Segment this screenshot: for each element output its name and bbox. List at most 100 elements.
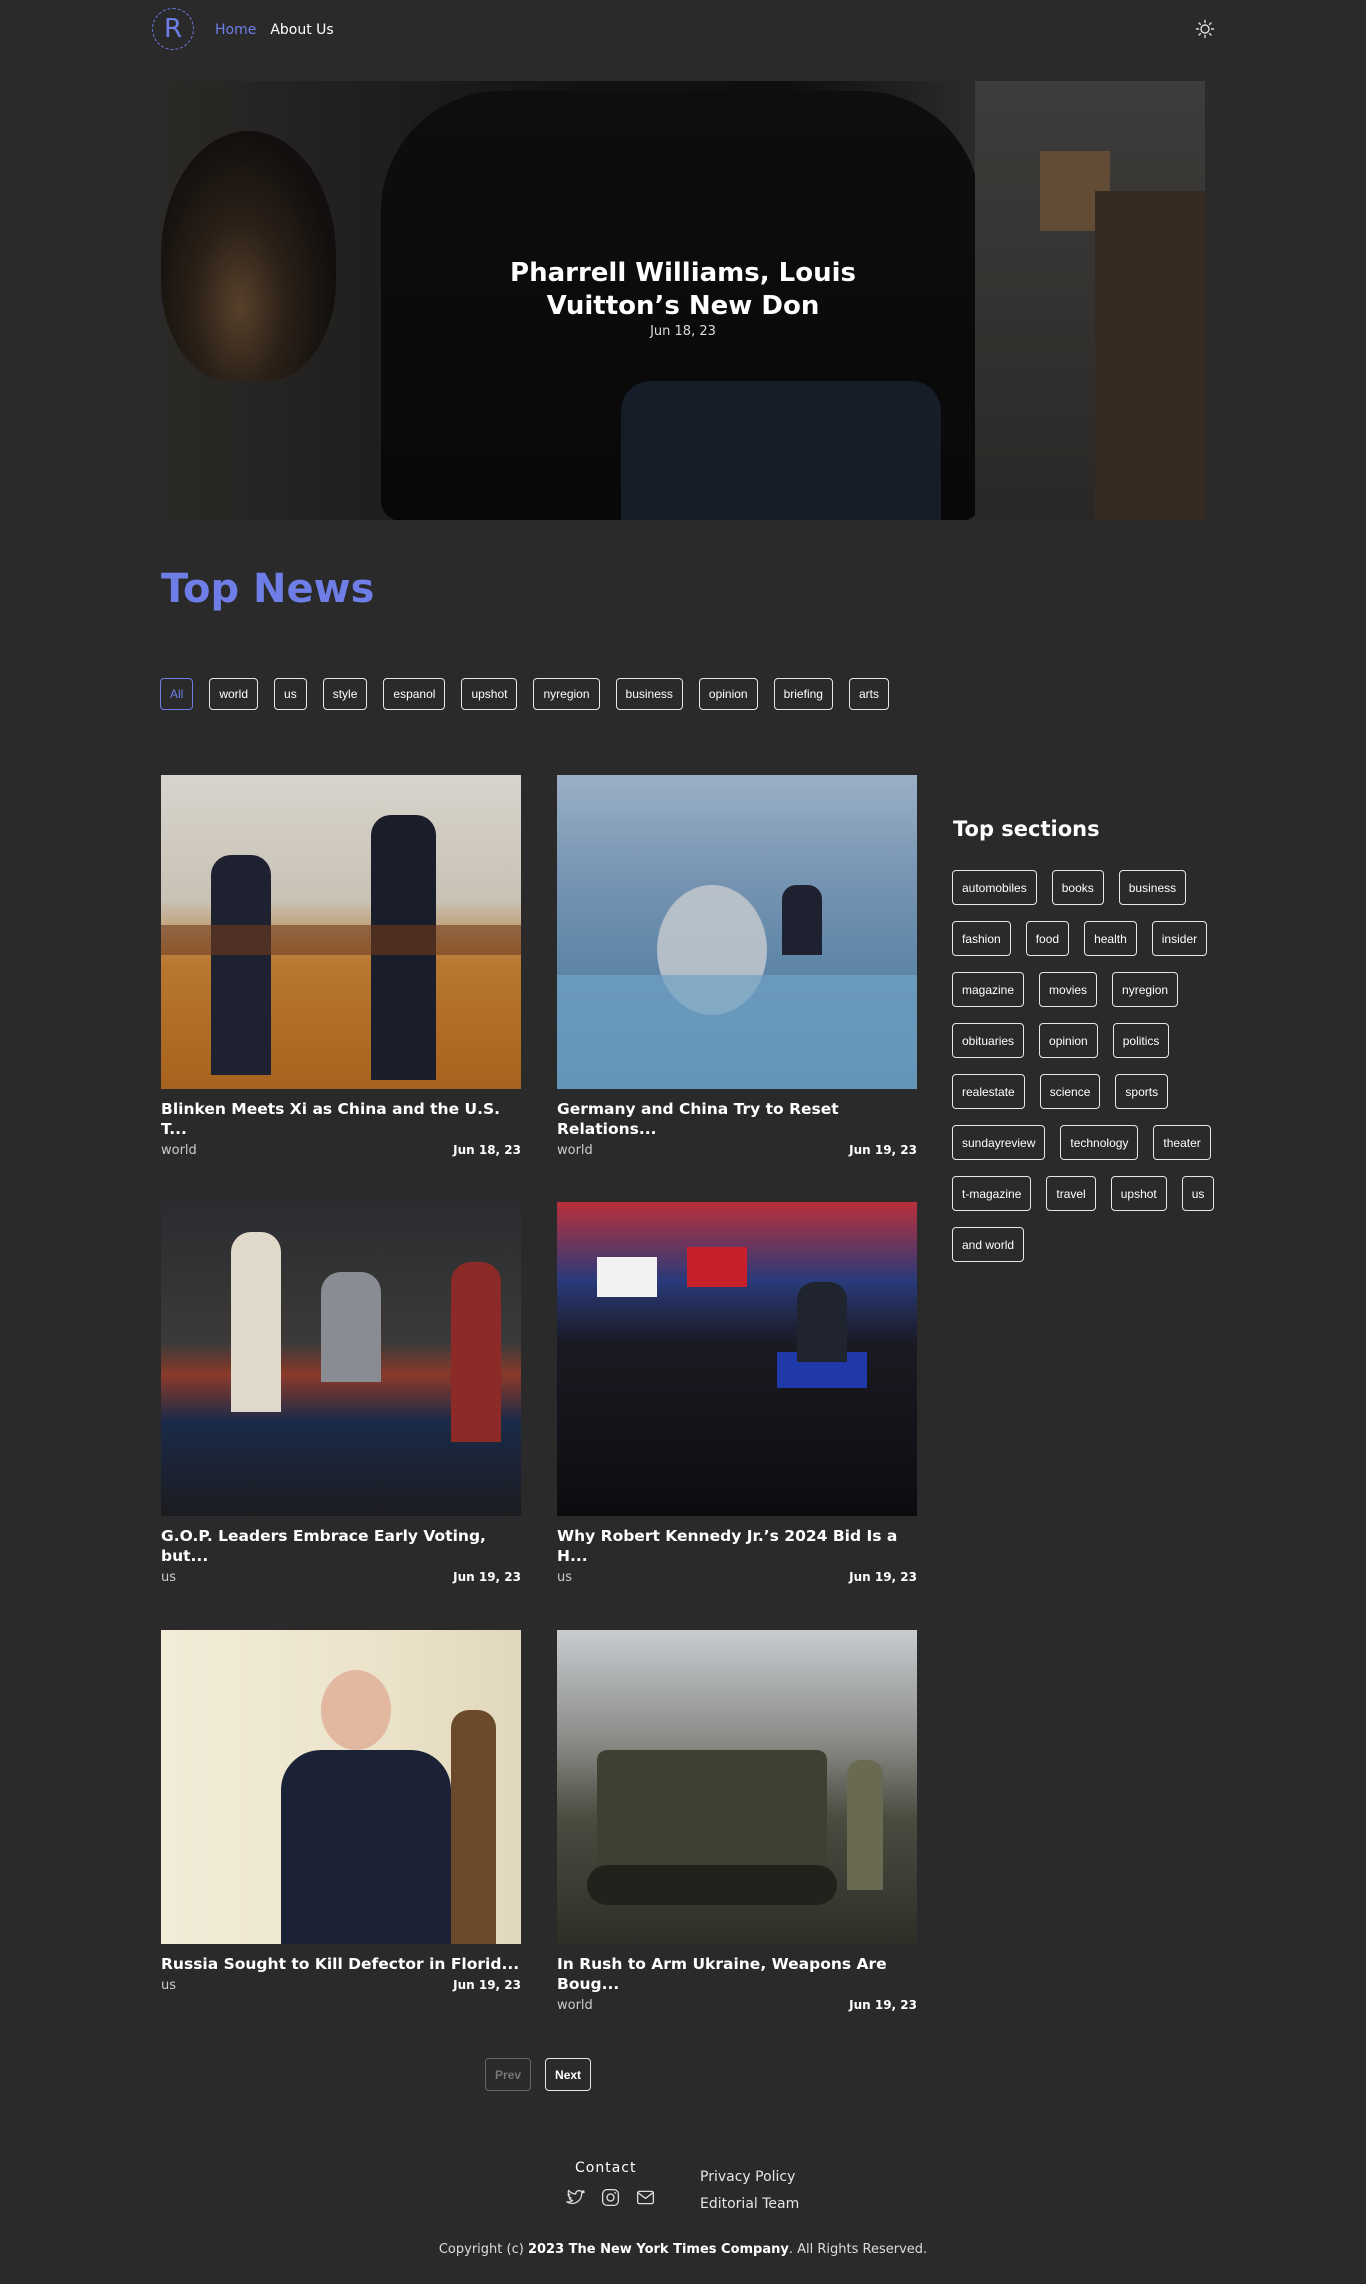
sections-list: automobiles books business fashion food …: [952, 870, 1222, 1262]
article-category: us: [161, 1978, 177, 1993]
filter-chip-nyregion[interactable]: nyregion: [533, 678, 600, 710]
article-card[interactable]: In Rush to Arm Ukraine, Weapons Are Boug…: [557, 1630, 917, 2013]
article-image[interactable]: [557, 1202, 917, 1516]
section-chip-upshot[interactable]: upshot: [1110, 1176, 1167, 1211]
privacy-policy-link[interactable]: Privacy Policy: [700, 2164, 799, 2191]
section-chip-movies[interactable]: movies: [1039, 972, 1098, 1007]
article-meta: world Jun 19, 23: [557, 1143, 917, 1158]
category-filter-bar: All world us style espanol upshot nyregi…: [160, 678, 889, 710]
article-category: us: [161, 1570, 177, 1585]
section-chip-business[interactable]: business: [1118, 870, 1187, 905]
copyright-prefix: Copyright (c): [438, 2242, 524, 2257]
article-image[interactable]: [161, 1202, 521, 1516]
pagination: Prev Next: [485, 2058, 592, 2091]
section-chip-t-magazine[interactable]: t-magazine: [952, 1176, 1032, 1211]
article-date: Jun 19, 23: [849, 1143, 917, 1157]
filter-chip-opinion[interactable]: opinion: [698, 678, 758, 710]
section-chip-opinion[interactable]: opinion: [1039, 1023, 1098, 1058]
section-chip-travel[interactable]: travel: [1046, 1176, 1096, 1211]
section-chip-food[interactable]: food: [1025, 921, 1070, 956]
section-chip-technology[interactable]: technology: [1060, 1125, 1139, 1160]
hero-title-line: Pharrell Williams, Louis: [510, 258, 856, 288]
section-chip-nyregion[interactable]: nyregion: [1112, 972, 1179, 1007]
section-chip-health[interactable]: health: [1084, 921, 1137, 956]
copyright-suffix: . All Rights Reserved.: [788, 2242, 928, 2257]
filter-chip-all[interactable]: All: [160, 678, 194, 710]
article-title[interactable]: In Rush to Arm Ukraine, Weapons Are Boug…: [557, 1954, 917, 1994]
nav-home-link[interactable]: Home: [215, 22, 256, 38]
section-chip-obituaries[interactable]: obituaries: [952, 1023, 1025, 1058]
nav-about-link[interactable]: About Us: [270, 22, 333, 38]
article-card[interactable]: G.O.P. Leaders Embrace Early Voting, but…: [161, 1202, 521, 1585]
twitter-icon[interactable]: [565, 2187, 586, 2208]
next-page-button[interactable]: Next: [545, 2058, 592, 2091]
hero-date: Jun 18, 23: [650, 324, 716, 339]
article-meta: us Jun 19, 23: [161, 1570, 521, 1585]
filter-chip-world[interactable]: world: [209, 678, 259, 710]
section-chip-theater[interactable]: theater: [1153, 1125, 1211, 1160]
article-card[interactable]: Why Robert Kennedy Jr.’s 2024 Bid Is a H…: [557, 1202, 917, 1585]
site-logo[interactable]: R: [152, 8, 194, 50]
article-card[interactable]: Russia Sought to Kill Defector in Florid…: [161, 1630, 521, 1993]
article-category: world: [557, 1998, 593, 2013]
section-chip-politics[interactable]: politics: [1112, 1023, 1170, 1058]
page-title: Top News: [161, 566, 375, 612]
article-title[interactable]: Germany and China Try to Reset Relations…: [557, 1099, 917, 1139]
article-category: us: [557, 1570, 573, 1585]
section-chip-insider[interactable]: insider: [1151, 921, 1208, 956]
section-chip-sports[interactable]: sports: [1115, 1074, 1169, 1109]
mail-icon[interactable]: [635, 2187, 656, 2208]
article-card[interactable]: Germany and China Try to Reset Relations…: [557, 775, 917, 1158]
social-links: [565, 2187, 656, 2208]
main-nav: Home About Us: [215, 22, 334, 38]
section-chip-science[interactable]: science: [1039, 1074, 1101, 1109]
article-meta: world Jun 19, 23: [557, 1998, 917, 2013]
filter-chip-briefing[interactable]: briefing: [773, 678, 833, 710]
section-chip-sundayreview[interactable]: sundayreview: [952, 1125, 1046, 1160]
instagram-icon[interactable]: [600, 2187, 621, 2208]
article-meta: us Jun 19, 23: [557, 1570, 917, 1585]
article-category: world: [557, 1143, 593, 1158]
footer-links: Privacy Policy Editorial Team: [700, 2164, 799, 2218]
article-title[interactable]: Blinken Meets Xi as China and the U.S. T…: [161, 1099, 521, 1139]
section-chip-magazine[interactable]: magazine: [952, 972, 1025, 1007]
section-chip-us[interactable]: us: [1181, 1176, 1215, 1211]
editorial-team-link[interactable]: Editorial Team: [700, 2191, 799, 2218]
article-image[interactable]: [557, 775, 917, 1089]
logo-letter: R: [163, 14, 183, 44]
filter-chip-style[interactable]: style: [322, 678, 368, 710]
article-meta: world Jun 18, 23: [161, 1143, 521, 1158]
article-meta: us Jun 19, 23: [161, 1978, 521, 1993]
contact-heading: Contact: [575, 2160, 637, 2176]
hero-banner[interactable]: Pharrell Williams, Louis Vuitton’s New D…: [161, 81, 1205, 520]
prev-page-button[interactable]: Prev: [485, 2058, 532, 2091]
article-image[interactable]: [557, 1630, 917, 1944]
article-date: Jun 19, 23: [849, 1998, 917, 2012]
filter-chip-espanol[interactable]: espanol: [383, 678, 446, 710]
article-date: Jun 19, 23: [849, 1570, 917, 1584]
copyright-text: Copyright (c) 2023 The New York Times Co…: [0, 2242, 1366, 2257]
sidebar-title: Top sections: [953, 817, 1100, 841]
hero-title-line: Vuitton’s New Don: [546, 291, 820, 321]
article-date: Jun 18, 23: [453, 1143, 521, 1157]
filter-chip-upshot[interactable]: upshot: [461, 678, 518, 710]
sun-icon[interactable]: [1195, 19, 1215, 39]
article-category: world: [161, 1143, 197, 1158]
section-chip-books[interactable]: books: [1051, 870, 1104, 905]
article-date: Jun 19, 23: [453, 1570, 521, 1584]
article-title[interactable]: Russia Sought to Kill Defector in Florid…: [161, 1954, 521, 1974]
section-chip-automobiles[interactable]: automobiles: [952, 870, 1037, 905]
section-chip-world[interactable]: and world: [952, 1227, 1025, 1262]
article-image[interactable]: [161, 775, 521, 1089]
article-image[interactable]: [161, 1630, 521, 1944]
section-chip-fashion[interactable]: fashion: [952, 921, 1011, 956]
article-title[interactable]: G.O.P. Leaders Embrace Early Voting, but…: [161, 1526, 521, 1566]
section-chip-realestate[interactable]: realestate: [952, 1074, 1025, 1109]
filter-chip-business[interactable]: business: [615, 678, 683, 710]
hero-title[interactable]: Pharrell Williams, Louis Vuitton’s New D…: [161, 257, 1205, 323]
article-title[interactable]: Why Robert Kennedy Jr.’s 2024 Bid Is a H…: [557, 1526, 917, 1566]
copyright-company: 2023 The New York Times Company: [527, 2242, 789, 2257]
filter-chip-arts[interactable]: arts: [848, 678, 889, 710]
filter-chip-us[interactable]: us: [274, 678, 307, 710]
article-card[interactable]: Blinken Meets Xi as China and the U.S. T…: [161, 775, 521, 1158]
